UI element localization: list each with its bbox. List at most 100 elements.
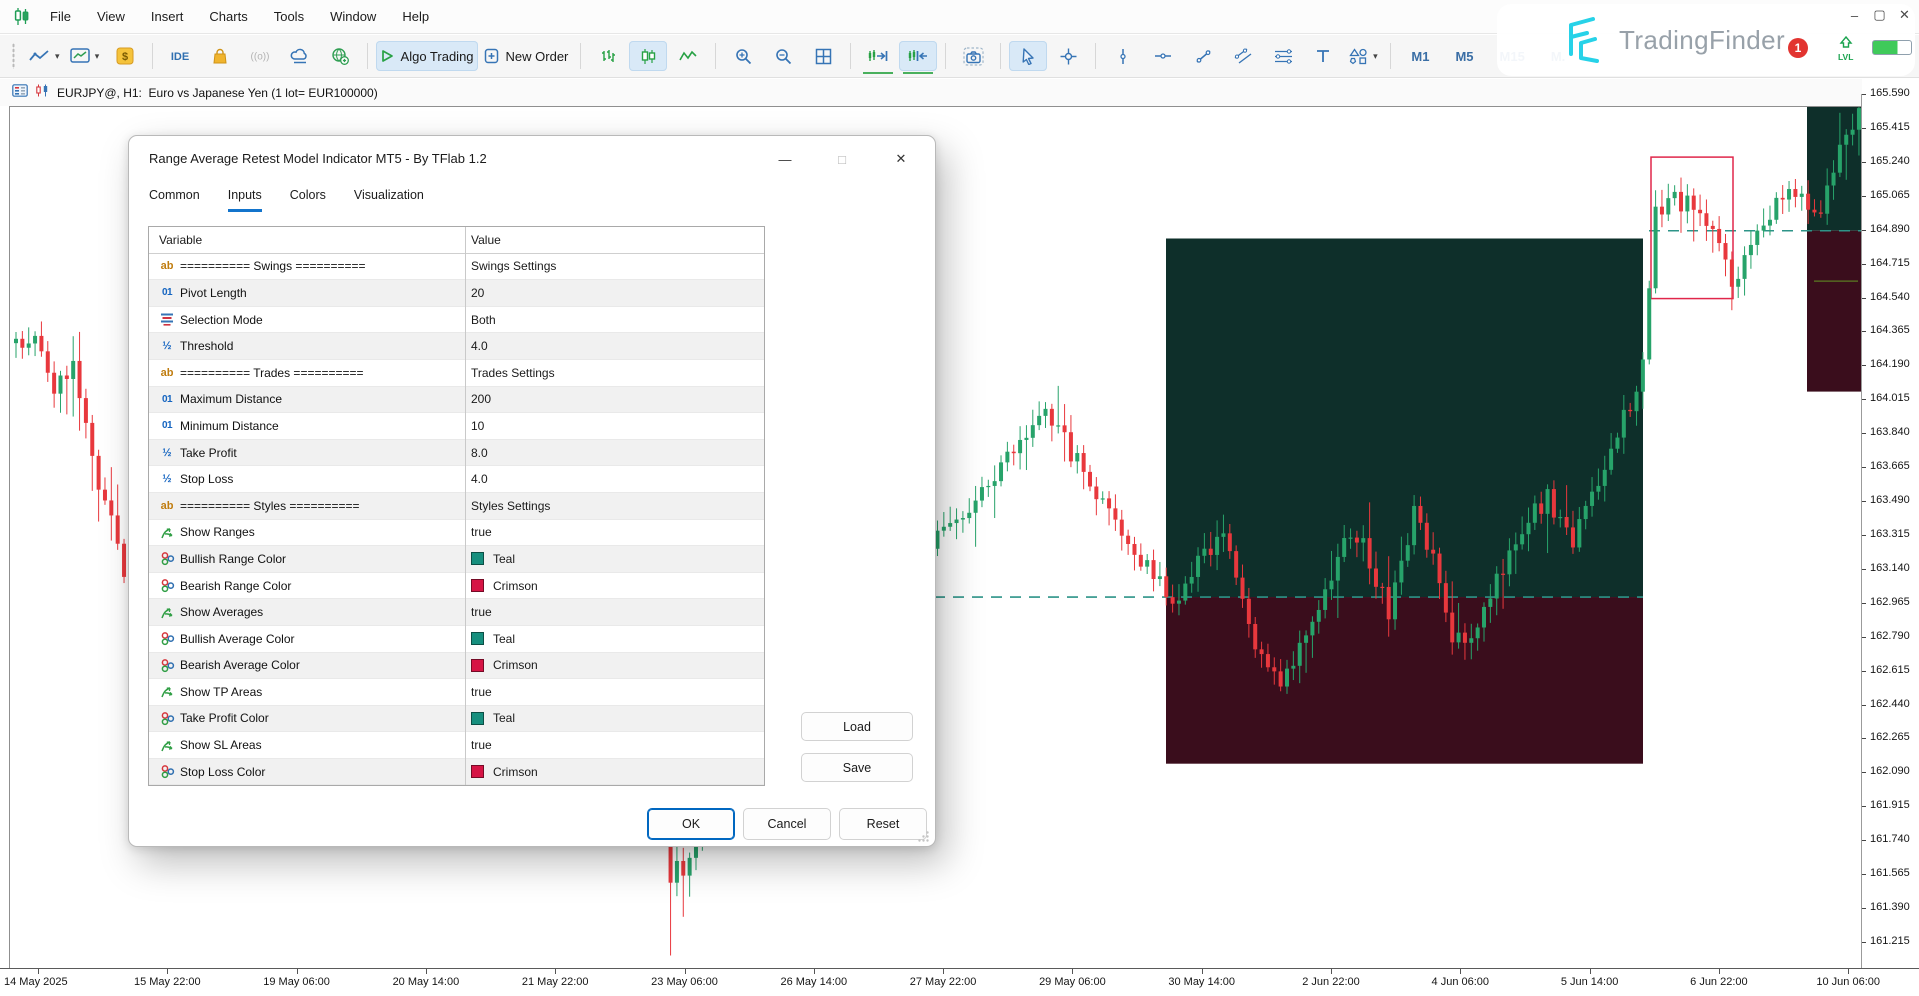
price-axis[interactable]: 165.590165.415165.240165.065164.890164.7… (1862, 88, 1919, 968)
table-row[interactable]: ½Stop Loss4.0 (149, 466, 764, 493)
menu-help[interactable]: Help (389, 4, 442, 29)
chart-style-icon[interactable]: ▾ (24, 41, 64, 71)
variable-value[interactable]: 4.0 (471, 339, 488, 353)
save-button[interactable]: Save (801, 753, 913, 782)
load-button[interactable]: Load (801, 712, 913, 741)
variable-value[interactable]: 8.0 (471, 446, 488, 460)
candlestick-chart-icon[interactable] (629, 41, 667, 71)
menu-charts[interactable]: Charts (196, 4, 260, 29)
chart-tab-bar[interactable]: EURJPY@, H1: Euro vs Japanese Yen (1 lot… (0, 79, 1862, 106)
ok-button[interactable]: OK (647, 808, 735, 840)
table-row[interactable]: Show Averagestrue (149, 599, 764, 626)
variable-value[interactable]: 200 (471, 392, 491, 406)
variable-value[interactable]: 10 (471, 419, 484, 433)
window-restore-button[interactable]: ▢ (1867, 4, 1892, 26)
table-row[interactable]: Bullish Average ColorTeal (149, 626, 764, 653)
reset-button[interactable]: Reset (839, 808, 927, 840)
variable-value[interactable]: Crimson (471, 658, 538, 672)
variable-value[interactable]: true (471, 738, 492, 752)
channel-icon[interactable] (1224, 41, 1262, 71)
zoom-out-icon[interactable] (764, 41, 802, 71)
chevron-down-icon[interactable]: ▾ (1373, 51, 1378, 62)
vertical-line-icon[interactable] (1104, 41, 1142, 71)
inputs-table[interactable]: VariableValueab========== Swings =======… (148, 226, 765, 786)
variable-value[interactable]: Teal (471, 711, 515, 725)
variable-value[interactable]: 20 (471, 286, 484, 300)
variable-value[interactable]: Swings Settings (471, 259, 556, 273)
algo-trading-button[interactable]: Algo Trading (376, 41, 478, 71)
metaeditor-ide-button[interactable]: IDE (161, 41, 199, 71)
timeframe-m5[interactable]: M5 (1443, 41, 1485, 71)
trendline-icon[interactable] (1184, 41, 1222, 71)
table-row[interactable]: Show TP Areastrue (149, 679, 764, 706)
tab-colors[interactable]: Colors (290, 188, 326, 212)
table-row[interactable]: 01Minimum Distance10 (149, 413, 764, 440)
chevron-down-icon[interactable]: ▾ (95, 51, 100, 62)
toolbar-drag-handle[interactable] (12, 43, 15, 69)
bar-chart-icon[interactable] (589, 41, 627, 71)
indicator-window-icon[interactable]: ▾ (66, 41, 104, 71)
table-row[interactable]: Take Profit ColorTeal (149, 706, 764, 733)
variable-value[interactable]: true (471, 605, 492, 619)
fibonacci-icon[interactable] (1264, 41, 1302, 71)
notification-badge[interactable]: 1 (1788, 38, 1808, 58)
variable-value[interactable]: Crimson (471, 579, 538, 593)
menu-insert[interactable]: Insert (138, 4, 197, 29)
window-minimize-button[interactable]: – (1842, 4, 1867, 26)
vps-cloud-icon[interactable] (281, 41, 319, 71)
resize-grip-icon[interactable] (917, 830, 930, 848)
menu-file[interactable]: File (37, 4, 84, 29)
chevron-down-icon[interactable]: ▾ (55, 51, 60, 62)
table-row[interactable]: ab========== Trades ==========Trades Set… (149, 360, 764, 387)
shift-chart-end-icon[interactable] (859, 41, 897, 71)
crosshair-icon[interactable] (1049, 41, 1087, 71)
variable-value[interactable]: Both (471, 313, 496, 327)
table-row[interactable]: Show Rangestrue (149, 520, 764, 547)
menu-window[interactable]: Window (317, 4, 389, 29)
auto-scroll-icon[interactable] (899, 41, 937, 71)
zoom-in-icon[interactable] (724, 41, 762, 71)
window-close-button[interactable]: ✕ (1892, 4, 1917, 26)
market-icon[interactable] (201, 41, 239, 71)
tab-inputs[interactable]: Inputs (228, 188, 262, 212)
line-chart-icon[interactable] (669, 41, 707, 71)
time-axis[interactable]: 14 May 202515 May 22:0019 May 06:0020 Ma… (0, 968, 1919, 996)
tab-common[interactable]: Common (149, 188, 200, 212)
table-row[interactable]: Selection ModeBoth (149, 307, 764, 334)
table-row[interactable]: Bearish Range ColorCrimson (149, 573, 764, 600)
quotes-icon[interactable]: $ (106, 41, 144, 71)
table-row[interactable]: 01Pivot Length20 (149, 280, 764, 307)
signals-icon[interactable]: ((o)) (241, 41, 279, 71)
menu-view[interactable]: View (84, 4, 138, 29)
table-row[interactable]: Bearish Average ColorCrimson (149, 653, 764, 680)
tab-visualization[interactable]: Visualization (354, 188, 424, 212)
tile-windows-icon[interactable] (804, 41, 842, 71)
timeframe-m1[interactable]: M1 (1399, 41, 1441, 71)
table-row[interactable]: 01Maximum Distance200 (149, 387, 764, 414)
variable-value[interactable]: 4.0 (471, 472, 488, 486)
variable-value[interactable]: Trades Settings (471, 366, 555, 380)
variable-value[interactable]: Styles Settings (471, 499, 550, 513)
horizontal-line-icon[interactable] (1144, 41, 1182, 71)
dialog-minimize-button[interactable]: — (769, 146, 801, 172)
table-row[interactable]: ab========== Swings ==========Swings Set… (149, 254, 764, 281)
table-row[interactable]: Show SL Areastrue (149, 732, 764, 759)
screenshot-icon[interactable] (954, 41, 992, 71)
menu-tools[interactable]: Tools (261, 4, 317, 29)
table-row[interactable]: ab========== Styles ==========Styles Set… (149, 493, 764, 520)
new-order-button[interactable]: New Order (480, 41, 573, 71)
table-row[interactable]: Bullish Range ColorTeal (149, 546, 764, 573)
cursor-icon[interactable] (1009, 41, 1047, 71)
variable-value[interactable]: Teal (471, 632, 515, 646)
variable-value[interactable]: Teal (471, 552, 515, 566)
variable-value[interactable]: true (471, 685, 492, 699)
text-tool-icon[interactable] (1304, 41, 1342, 71)
shapes-icon[interactable]: ▾ (1344, 41, 1382, 71)
variable-value[interactable]: Crimson (471, 765, 538, 779)
dialog-maximize-button[interactable]: □ (826, 146, 858, 172)
table-row[interactable]: ½Threshold4.0 (149, 333, 764, 360)
community-icon[interactable] (321, 41, 359, 71)
cancel-button[interactable]: Cancel (743, 808, 831, 840)
table-row[interactable]: ½Take Profit8.0 (149, 440, 764, 467)
variable-value[interactable]: true (471, 525, 492, 539)
